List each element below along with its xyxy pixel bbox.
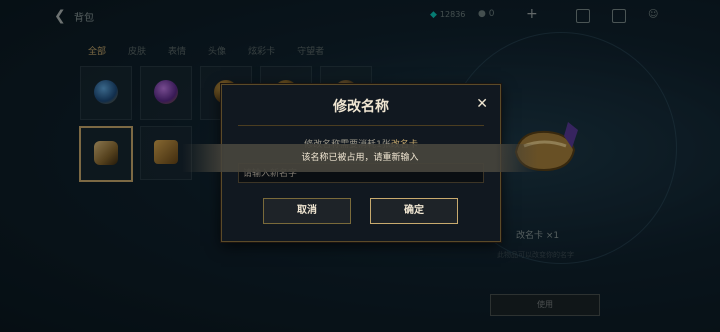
divider xyxy=(238,125,484,126)
error-toast: 该名称已被占用，请重新输入 xyxy=(182,144,538,172)
cancel-button[interactable]: 取消 xyxy=(263,198,351,224)
confirm-button[interactable]: 确定 xyxy=(370,198,458,224)
close-icon[interactable]: ✕ xyxy=(476,96,488,112)
dialog-title: 修改名称 xyxy=(333,99,389,115)
